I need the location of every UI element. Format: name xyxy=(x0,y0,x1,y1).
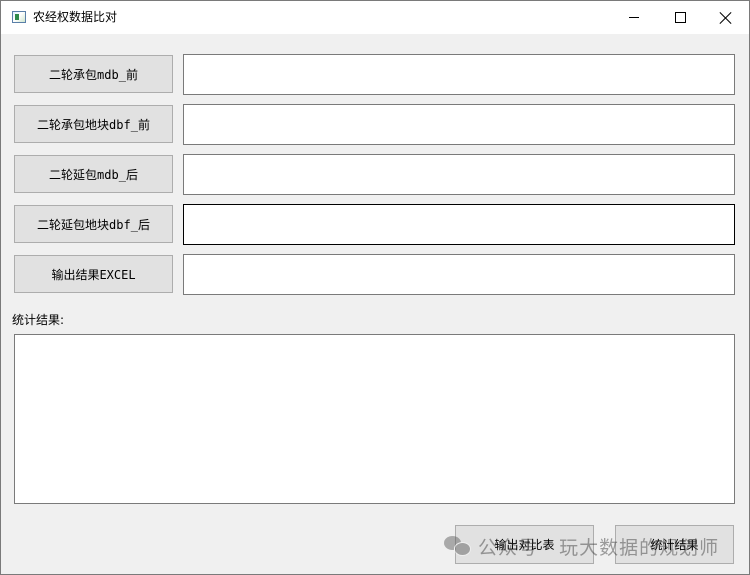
contract-mdb-before-input[interactable] xyxy=(183,54,735,95)
extension-plot-dbf-after-input[interactable] xyxy=(183,204,735,245)
stats-result-textarea[interactable] xyxy=(14,334,735,504)
compute-stats-button[interactable]: 统计结果 xyxy=(615,525,734,564)
output-excel-button[interactable]: 输出结果EXCEL xyxy=(14,255,173,293)
extension-plot-dbf-after-button[interactable]: 二轮延包地块dbf_后 xyxy=(14,205,173,243)
minimize-icon xyxy=(629,17,639,18)
extension-mdb-after-button[interactable]: 二轮延包mdb_后 xyxy=(14,155,173,193)
extension-mdb-after-input[interactable] xyxy=(183,154,735,195)
output-excel-input[interactable] xyxy=(183,254,735,295)
app-window: 农经权数据比对 二轮承包mdb_前 二轮承包地块dbf_前 二轮延包mdb_后 … xyxy=(0,0,750,575)
app-icon xyxy=(12,11,26,23)
contract-mdb-before-button[interactable]: 二轮承包mdb_前 xyxy=(14,55,173,93)
contract-plot-dbf-before-input[interactable] xyxy=(183,104,735,145)
maximize-button[interactable] xyxy=(657,1,703,34)
stats-label: 统计结果: xyxy=(12,313,65,327)
contract-plot-dbf-before-button[interactable]: 二轮承包地块dbf_前 xyxy=(14,105,173,143)
maximize-icon xyxy=(674,12,686,23)
minimize-button[interactable] xyxy=(611,1,657,34)
close-icon xyxy=(720,12,732,24)
window-title: 农经权数据比对 xyxy=(33,10,118,24)
title-bar[interactable]: 农经权数据比对 xyxy=(1,1,749,34)
export-compare-table-button[interactable]: 输出对比表 xyxy=(455,525,594,564)
close-button[interactable] xyxy=(703,1,749,34)
